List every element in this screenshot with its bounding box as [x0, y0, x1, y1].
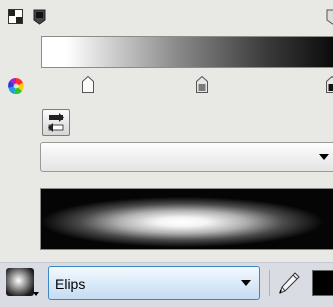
gradient-stop-white[interactable]: [82, 76, 94, 93]
shape-select[interactable]: Elips: [48, 266, 260, 300]
toolbar-divider: [269, 270, 270, 296]
foreground-color-swatch[interactable]: [312, 270, 333, 296]
color-wheel-icon[interactable]: [8, 78, 24, 94]
gradient-preview: [40, 188, 333, 250]
shape-select-value: Elips: [55, 276, 85, 292]
gradient-bar[interactable]: [41, 36, 333, 68]
gradient-stop-black[interactable]: [326, 76, 333, 93]
swap-gradient-button[interactable]: [42, 109, 70, 136]
blend-mode-dropdown[interactable]: [40, 142, 333, 172]
color-marker-icon[interactable]: [33, 9, 46, 25]
gradient-stop-gray[interactable]: [196, 76, 208, 93]
pencil-button[interactable]: [276, 270, 302, 296]
gradient-shape-swatch[interactable]: [6, 268, 40, 298]
chevron-down-icon: [241, 280, 251, 286]
color-marker-icon-right[interactable]: [326, 9, 333, 25]
swap-arrows-icon: [43, 110, 69, 135]
chevron-down-icon: [319, 154, 329, 160]
pencil-icon: [276, 270, 302, 296]
gradient-type-icon[interactable]: [8, 9, 23, 24]
